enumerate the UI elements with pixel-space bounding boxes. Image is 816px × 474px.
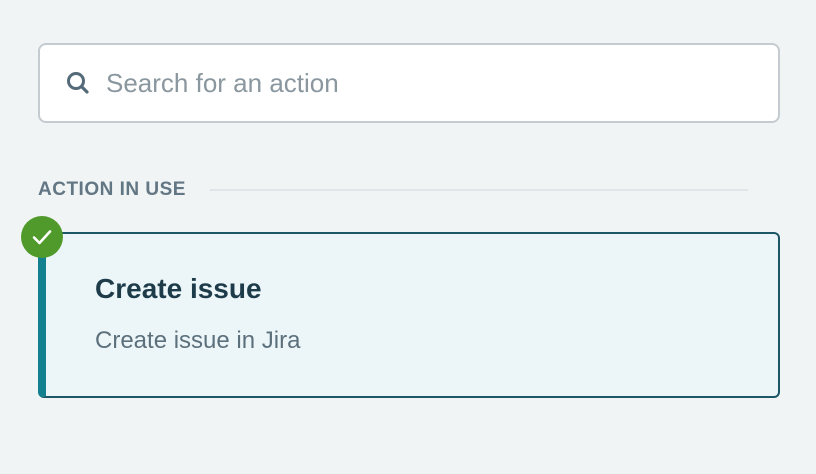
search-input[interactable] — [106, 45, 778, 121]
action-title: Create issue — [95, 273, 262, 304]
section-divider — [209, 189, 748, 191]
action-card-container: Create issue Create issue in Jira — [21, 216, 780, 398]
section-title: ACTION IN USE — [38, 179, 186, 200]
search-box[interactable] — [38, 43, 780, 123]
section-header: ACTION IN USE — [38, 175, 780, 205]
action-description: Create issue in Jira — [95, 327, 301, 354]
action-picker-panel: ACTION IN USE Create issue Create issue … — [21, 43, 780, 398]
search-icon — [64, 69, 92, 97]
action-card-create-issue[interactable]: Create issue Create issue in Jira — [38, 232, 780, 398]
check-circle-icon — [21, 216, 63, 258]
